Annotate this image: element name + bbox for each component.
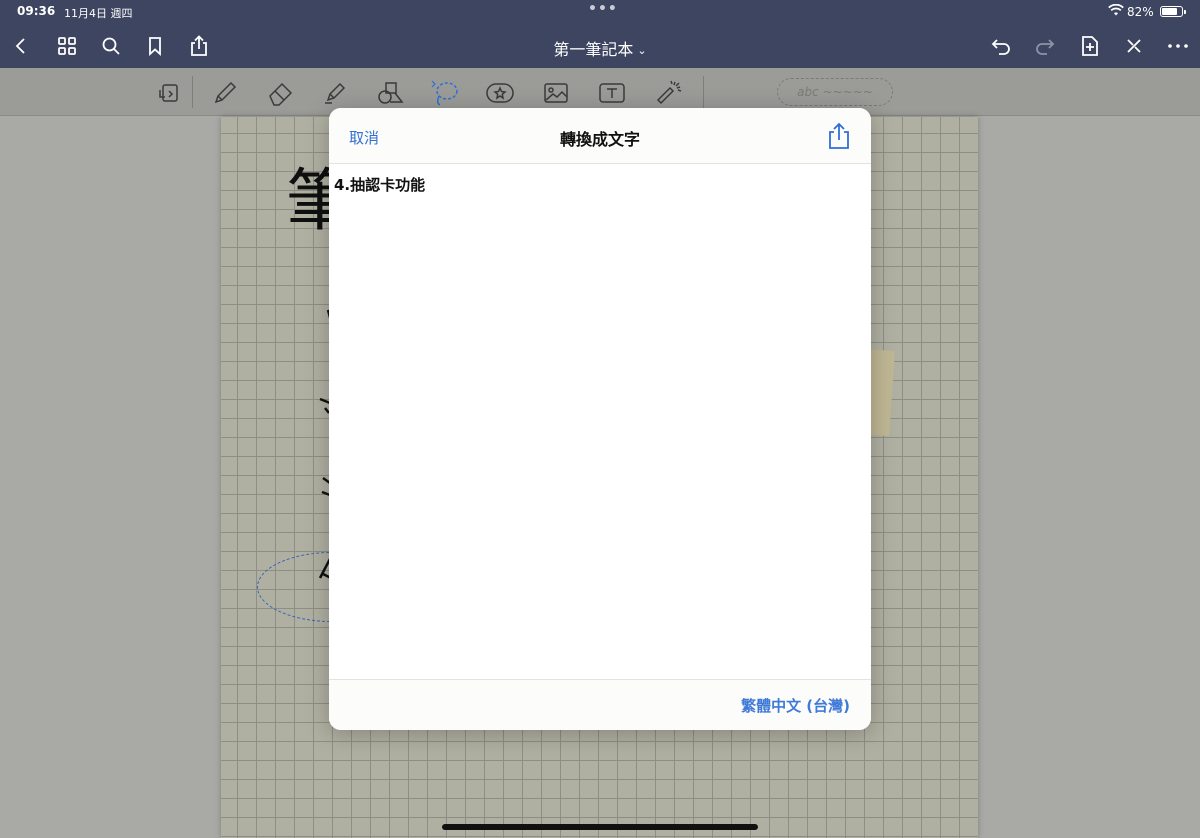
wifi-icon [1108, 3, 1124, 19]
status-date: 11月4日 週四 [64, 7, 133, 20]
eraser-icon[interactable] [265, 78, 295, 108]
image-icon[interactable] [541, 78, 571, 108]
multitasking-dots-icon[interactable]: ••• [588, 1, 618, 17]
convert-to-text-dialog: 取消 轉換成文字 4.抽認卡功能 繁體中文 (台灣) [329, 108, 871, 730]
toolbar-divider [192, 76, 193, 108]
handwriting-recognition-pill[interactable]: abc ~~~~~ [777, 78, 893, 106]
toolbar-divider [703, 76, 704, 108]
battery-icon [1160, 6, 1186, 17]
language-selector[interactable]: 繁體中文 (台灣) [741, 695, 850, 716]
bookmark-icon[interactable] [142, 33, 168, 59]
undo-icon[interactable] [988, 33, 1014, 59]
grid-icon[interactable] [54, 33, 80, 59]
laser-pointer-icon[interactable] [653, 78, 683, 108]
notebook-title[interactable]: 第一筆記本 ⌄ [500, 36, 700, 60]
dialog-header: 取消 轉換成文字 [329, 108, 871, 164]
dialog-footer: 繁體中文 (台灣) [329, 679, 871, 730]
sticker-icon[interactable] [485, 78, 515, 108]
back-chevron-icon[interactable] [8, 33, 34, 59]
home-indicator[interactable] [442, 824, 758, 830]
highlighter-icon[interactable] [320, 78, 350, 108]
status-bar: 09:36 11月4日 週四 ••• 82% [0, 0, 1200, 24]
converted-text[interactable]: 4.抽認卡功能 [334, 174, 425, 195]
dialog-title: 轉換成文字 [559, 130, 640, 149]
text-box-icon[interactable] [597, 78, 627, 108]
lasso-icon[interactable] [430, 78, 460, 108]
redo-icon[interactable] [1032, 33, 1058, 59]
chevron-down-icon: ⌄ [637, 44, 647, 57]
more-icon[interactable] [1165, 33, 1191, 59]
battery-percent: 82% [1127, 5, 1154, 19]
close-x-icon[interactable] [1121, 33, 1147, 59]
search-icon[interactable] [98, 33, 124, 59]
add-page-icon[interactable] [1077, 33, 1103, 59]
pen-icon[interactable] [210, 78, 240, 108]
share-icon[interactable] [826, 122, 852, 150]
converted-text-area[interactable]: 4.抽認卡功能 [329, 165, 871, 679]
page-switch-icon[interactable] [154, 78, 184, 108]
notebook-title-text: 第一筆記本 [553, 40, 634, 59]
shapes-icon[interactable] [375, 78, 405, 108]
status-time: 09:36 [17, 4, 56, 18]
share-icon[interactable] [186, 33, 212, 59]
app-top-bar: 09:36 11月4日 週四 ••• 82% 第一筆記本 ⌄ [0, 0, 1200, 68]
